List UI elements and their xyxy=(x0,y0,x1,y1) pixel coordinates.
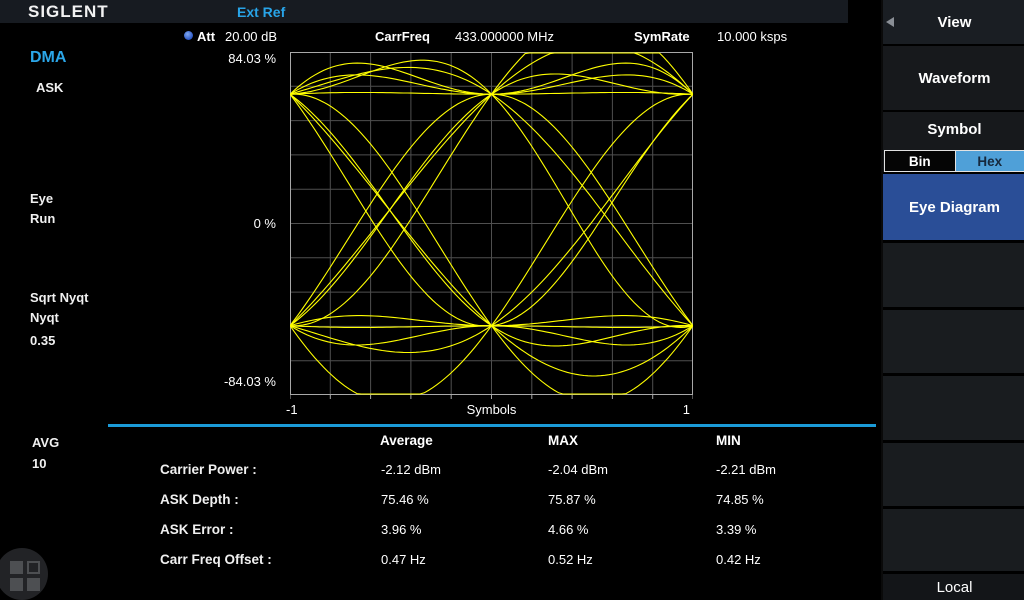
row-label: Carr Freq Offset : xyxy=(160,552,272,567)
symbol-format-hex[interactable]: Hex xyxy=(955,151,1024,171)
analyzer-screen: SIGLENT Ext Ref Att 20.00 dB CarrFreq 43… xyxy=(0,0,1024,600)
carr-freq-value: 433.000000 MHz xyxy=(455,29,554,44)
table-row: ASK Depth : 75.46 % 75.87 % 74.85 % xyxy=(0,492,880,509)
row-avg-value: -2.12 dBm xyxy=(381,462,441,477)
sym-rate-value: 10.000 ksps xyxy=(717,29,787,44)
row-max-value: -2.04 dBm xyxy=(548,462,608,477)
row-label: ASK Error : xyxy=(160,522,234,537)
row-avg-value: 0.47 Hz xyxy=(381,552,426,567)
row-min-value: 3.39 % xyxy=(716,522,756,537)
softkey-blank-3 xyxy=(883,376,1024,440)
table-row: Carr Freq Offset : 0.47 Hz 0.52 Hz 0.42 … xyxy=(0,552,880,569)
row-label: Carrier Power : xyxy=(160,462,257,477)
row-max-value: 0.52 Hz xyxy=(548,552,593,567)
sym-rate-label: SymRate xyxy=(634,29,690,44)
row-max-value: 4.66 % xyxy=(548,522,588,537)
y-axis-zero-label: 0 % xyxy=(180,216,276,231)
row-avg-value: 3.96 % xyxy=(381,522,421,537)
row-max-value: 75.87 % xyxy=(548,492,596,507)
softkey-blank-2 xyxy=(883,310,1024,373)
carr-freq-label: CarrFreq xyxy=(375,29,430,44)
softkey-eye-diagram[interactable]: Eye Diagram xyxy=(883,174,1024,240)
softkey-symbol-label: Symbol xyxy=(927,121,981,138)
home-grid-icon xyxy=(10,561,23,574)
modulation-readout: ASK xyxy=(36,80,63,95)
ext-ref-status: Ext Ref xyxy=(237,4,285,20)
menu-title-view[interactable]: View xyxy=(883,0,1024,44)
home-grid-icon xyxy=(27,561,40,574)
att-indicator-icon xyxy=(184,31,193,40)
back-arrow-icon xyxy=(886,17,894,27)
eye-diagram-plot xyxy=(290,52,693,400)
softkey-menu: View Waveform Symbol Bin Hex Eye Diagram… xyxy=(881,0,1024,600)
avg-label: AVG xyxy=(32,435,59,450)
softkey-waveform-label: Waveform xyxy=(919,70,991,87)
filter-ref-readout: Nyqt xyxy=(30,310,59,325)
y-axis-min-label: -84.03 % xyxy=(180,374,276,389)
table-row: Carrier Power : -2.12 dBm -2.04 dBm -2.2… xyxy=(0,462,880,479)
att-label: Att xyxy=(197,29,215,44)
menu-title-label: View xyxy=(938,14,972,31)
row-label: ASK Depth : xyxy=(160,492,239,507)
col-header-average: Average xyxy=(380,433,433,448)
symbol-format-bin[interactable]: Bin xyxy=(885,151,955,171)
row-min-value: -2.21 dBm xyxy=(716,462,776,477)
x-axis-max-label: 1 xyxy=(660,402,690,417)
header-bar: SIGLENT Ext Ref xyxy=(0,0,848,23)
col-header-max: MAX xyxy=(548,433,578,448)
mode-readout: DMA xyxy=(30,49,66,67)
run-state-readout: Run xyxy=(30,211,55,226)
home-grid-icon xyxy=(10,578,23,591)
softkey-blank-4 xyxy=(883,443,1024,506)
softkey-blank-1 xyxy=(883,243,1024,307)
row-min-value: 0.42 Hz xyxy=(716,552,761,567)
softkey-waveform[interactable]: Waveform xyxy=(883,46,1024,110)
softkey-blank-5 xyxy=(883,509,1024,571)
softkey-eye-diagram-label: Eye Diagram xyxy=(909,199,1000,216)
home-grid-icon xyxy=(27,578,40,591)
row-avg-value: 75.46 % xyxy=(381,492,429,507)
home-button[interactable] xyxy=(0,548,48,600)
local-button[interactable]: Local xyxy=(883,574,1024,600)
y-axis-max-label: 84.03 % xyxy=(180,51,276,66)
siglent-logo: SIGLENT xyxy=(28,2,109,22)
symbol-format-toggle: Bin Hex xyxy=(884,150,1024,172)
view-readout: Eye xyxy=(30,191,53,206)
local-button-label: Local xyxy=(937,579,973,596)
eye-diagram-chart xyxy=(290,52,693,400)
row-min-value: 74.85 % xyxy=(716,492,764,507)
x-axis-title: Symbols xyxy=(290,402,693,417)
filter-readout: Sqrt Nyqt xyxy=(30,290,89,305)
results-separator xyxy=(108,424,876,427)
att-value: 20.00 dB xyxy=(225,29,277,44)
col-header-min: MIN xyxy=(716,433,741,448)
filter-alpha-readout: 0.35 xyxy=(30,333,55,348)
table-row: ASK Error : 3.96 % 4.66 % 3.39 % xyxy=(0,522,880,539)
